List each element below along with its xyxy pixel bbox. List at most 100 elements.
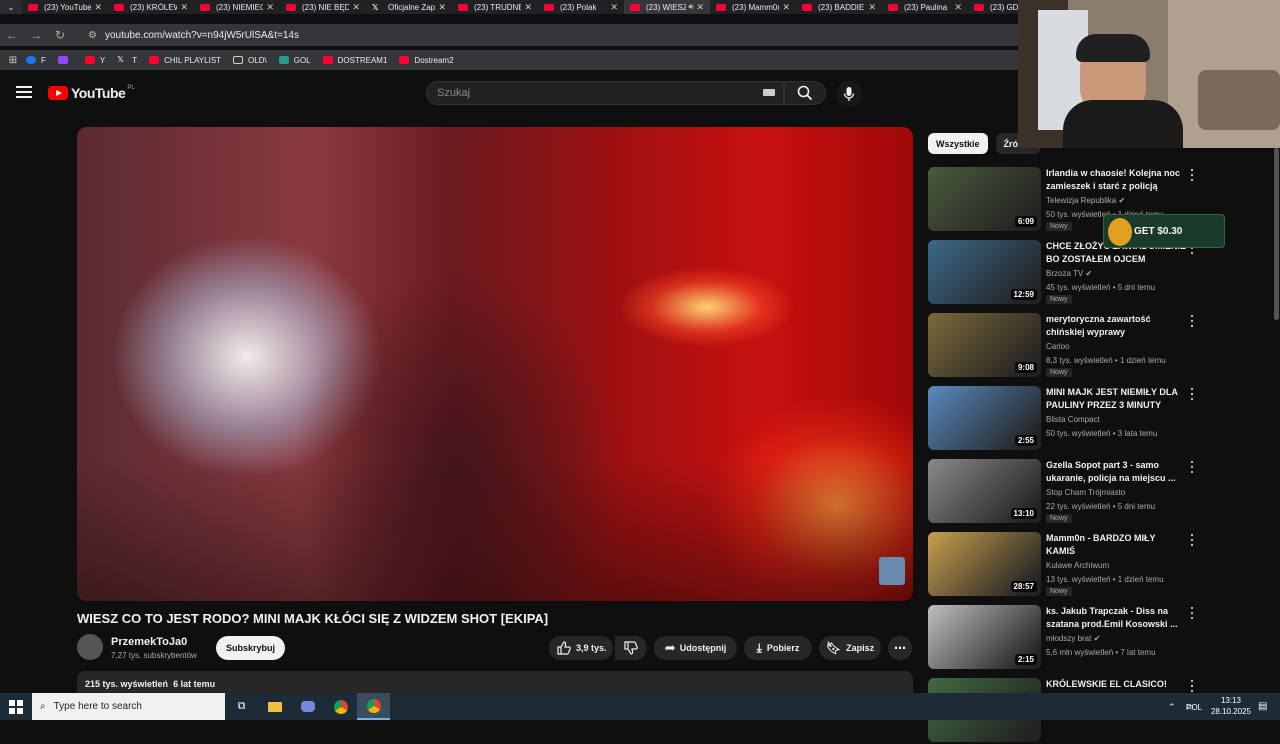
video-title[interactable]: MINI MAJK JEST NIEMIŁY DLA PAULINY PRZEZ… <box>1046 386 1186 412</box>
close-tab-icon[interactable]: ✕ <box>954 2 962 13</box>
start-button[interactable] <box>0 693 32 720</box>
bookmark-item[interactable]: Dostream2 <box>399 56 454 65</box>
bookmark-item[interactable]: CHIL PLAYLIST <box>149 56 221 65</box>
close-tab-icon[interactable]: ✕ <box>266 2 274 13</box>
browser-tab[interactable]: (23) NIEMIECKI✕ <box>194 0 280 14</box>
recommended-video[interactable]: 2:55 MINI MAJK JEST NIEMIŁY DLA PAULINY P… <box>928 386 1258 452</box>
channel-name[interactable]: Brzoza TV ✔︎ <box>1046 269 1092 278</box>
channel-name[interactable]: Kulawe Archiwum <box>1046 561 1109 570</box>
video-title[interactable]: Mamm0n - BARDZO MIŁY KAMIŚ <box>1046 532 1186 558</box>
language-indicator[interactable]: POL <box>1186 703 1202 712</box>
more-vertical-icon[interactable] <box>1186 167 1198 183</box>
channel-name[interactable]: Carloo <box>1046 342 1070 351</box>
video-thumbnail[interactable]: 6:09 <box>928 167 1041 231</box>
channel-avatar[interactable] <box>77 634 103 660</box>
close-tab-icon[interactable]: ✕ <box>438 2 446 13</box>
apps-grid-icon[interactable]: ⊞ <box>0 55 26 66</box>
discord-button[interactable] <box>291 693 324 720</box>
more-vertical-icon[interactable] <box>1186 386 1198 402</box>
download-button[interactable]: ⤓ Pobierz <box>744 636 812 660</box>
video-title[interactable]: Irlandia w chaosie! Kolejna noc zamiesze… <box>1046 167 1186 193</box>
browser-tab[interactable]: (23) BADDIE ✕ <box>796 0 882 14</box>
browser-tab[interactable]: (23) KRÓLEWSKIE✕ <box>108 0 194 14</box>
video-title[interactable]: merytoryczna zawartość chińskiej wyprawy <box>1046 313 1186 339</box>
tab-search-button[interactable]: ⌄ <box>0 0 22 14</box>
clock-date[interactable]: 28.10.2025 <box>1206 707 1256 716</box>
close-tab-icon[interactable]: ✕ <box>868 2 876 13</box>
share-button[interactable]: ➦ Udostępnij <box>654 636 737 660</box>
close-tab-icon[interactable]: ✕ <box>696 2 704 13</box>
channel-name[interactable]: Telewizja Republika ✔︎ <box>1046 196 1125 205</box>
more-vertical-icon[interactable] <box>1186 532 1198 548</box>
address-bar[interactable]: ⚙ youtube.com/watch?v=n94jW5rUlSA&t=14s <box>82 25 1002 45</box>
filter-chip[interactable]: Wszystkie <box>928 133 988 154</box>
tray-expand-icon[interactable]: ⌃ <box>1168 702 1176 713</box>
search-button[interactable] <box>784 81 826 105</box>
video-title[interactable]: ks. Jakub Trapczak - Diss na szatana pro… <box>1046 605 1186 631</box>
bookmark-item[interactable]: Y <box>84 56 105 65</box>
bookmark-item[interactable]: 𝕏T <box>117 55 137 65</box>
close-tab-icon[interactable]: ✕ <box>782 2 790 13</box>
subscribe-button[interactable]: Subskrybuj <box>216 636 285 660</box>
channel-name[interactable]: młodszy brat ✔︎ <box>1046 634 1100 643</box>
channel-name[interactable]: Blista Compact <box>1046 415 1100 424</box>
taskbar-search-input[interactable]: ⌕ Type here to search <box>32 693 225 720</box>
recommended-video[interactable]: 9:08 merytoryczna zawartość chińskiej wyp… <box>928 313 1258 379</box>
bookmark-item[interactable]: GOL <box>278 56 311 65</box>
video-thumbnail[interactable]: 2:55 <box>928 386 1041 450</box>
browser-tab[interactable]: (23) Polak ✕ <box>538 0 624 14</box>
browser-tab[interactable]: (23) Paulina ✕ <box>882 0 968 14</box>
close-tab-icon[interactable]: ✕ <box>524 2 532 13</box>
more-vertical-icon[interactable] <box>1186 459 1198 475</box>
more-vertical-icon[interactable] <box>1186 678 1198 694</box>
channel-name[interactable]: PrzemekToJa0 <box>111 636 187 648</box>
browser-tab[interactable]: (23) NIE BĘDZIE✕ <box>280 0 366 14</box>
save-button[interactable]: 🔖︎ Zapisz <box>819 636 881 660</box>
close-tab-icon[interactable]: ✕ <box>610 2 618 13</box>
chrome-taskbar-button[interactable] <box>324 693 357 720</box>
youtube-logo[interactable]: YouTube PL <box>48 85 135 101</box>
video-thumbnail[interactable]: 28:57 <box>928 532 1041 596</box>
more-vertical-icon[interactable] <box>1186 605 1198 621</box>
browser-tab[interactable]: (23) WIESZ 🔊︎ ✕ <box>624 0 710 14</box>
channel-name[interactable]: Stop Cham Trójmiasto <box>1046 488 1125 497</box>
close-tab-icon[interactable]: ✕ <box>352 2 360 13</box>
file-explorer-button[interactable] <box>258 693 291 720</box>
video-player[interactable] <box>77 127 913 601</box>
site-info-icon[interactable]: ⚙ <box>88 30 97 41</box>
video-title[interactable]: Gzella Sopot part 3 - samo ukaranie, pol… <box>1046 459 1186 485</box>
bookmark-item[interactable]: OLD\ <box>233 56 267 65</box>
video-thumbnail[interactable]: 9:08 <box>928 313 1041 377</box>
keyboard-icon[interactable] <box>763 89 775 96</box>
browser-tab[interactable]: (23) YouTube ✕ <box>22 0 108 14</box>
notifications-icon[interactable]: ▤ <box>1258 701 1267 712</box>
reload-icon[interactable]: ↻ <box>48 28 72 42</box>
browser-tab[interactable]: 𝕏 Oficjalne Zaproszenie✕ <box>366 0 452 14</box>
speaker-icon[interactable]: 🔊︎ <box>688 2 693 12</box>
recommended-video[interactable]: 12:59CHCE ZŁOŻYĆ ZAWIADOMIENIE BO ZOSTAŁ… <box>928 240 1258 306</box>
bookmark-item[interactable] <box>57 56 73 64</box>
more-vertical-icon[interactable] <box>1186 313 1198 329</box>
chrome-active-button[interactable] <box>357 693 390 720</box>
voice-search-button[interactable] <box>836 81 862 107</box>
page-scrollbar[interactable] <box>1274 148 1279 320</box>
recommended-video[interactable]: 28:57 Mamm0n - BARDZO MIŁY KAMIŚ Kulawe Ar… <box>928 532 1258 598</box>
recommended-video[interactable]: 2:15 ks. Jakub Trapczak - Diss na szatana… <box>928 605 1258 671</box>
close-tab-icon[interactable]: ✕ <box>180 2 188 13</box>
more-actions-button[interactable]: ⋯ <box>888 636 912 660</box>
like-button[interactable]: 3,9 tys. <box>549 636 613 660</box>
clock-time[interactable]: 13:13 <box>1216 696 1246 705</box>
back-icon[interactable]: ← <box>0 28 24 42</box>
bookmark-item[interactable]: F <box>26 56 46 65</box>
dislike-button[interactable] <box>615 636 647 660</box>
browser-tab[interactable]: (23) TRUDNE ✕ <box>452 0 538 14</box>
search-input[interactable]: Szukaj <box>426 81 784 105</box>
recommended-video[interactable]: 13:10 Gzella Sopot part 3 - samo ukaranie… <box>928 459 1258 525</box>
browser-tab[interactable]: (23) Mamm0n ✕ <box>710 0 796 14</box>
task-view-button[interactable]: ⧉ <box>225 693 258 720</box>
video-thumbnail[interactable]: 2:15 <box>928 605 1041 669</box>
menu-icon[interactable] <box>16 86 32 98</box>
close-tab-icon[interactable]: ✕ <box>94 2 102 13</box>
bookmark-item[interactable]: DOSTREAM1 <box>322 56 387 65</box>
video-thumbnail[interactable]: 13:10 <box>928 459 1041 523</box>
